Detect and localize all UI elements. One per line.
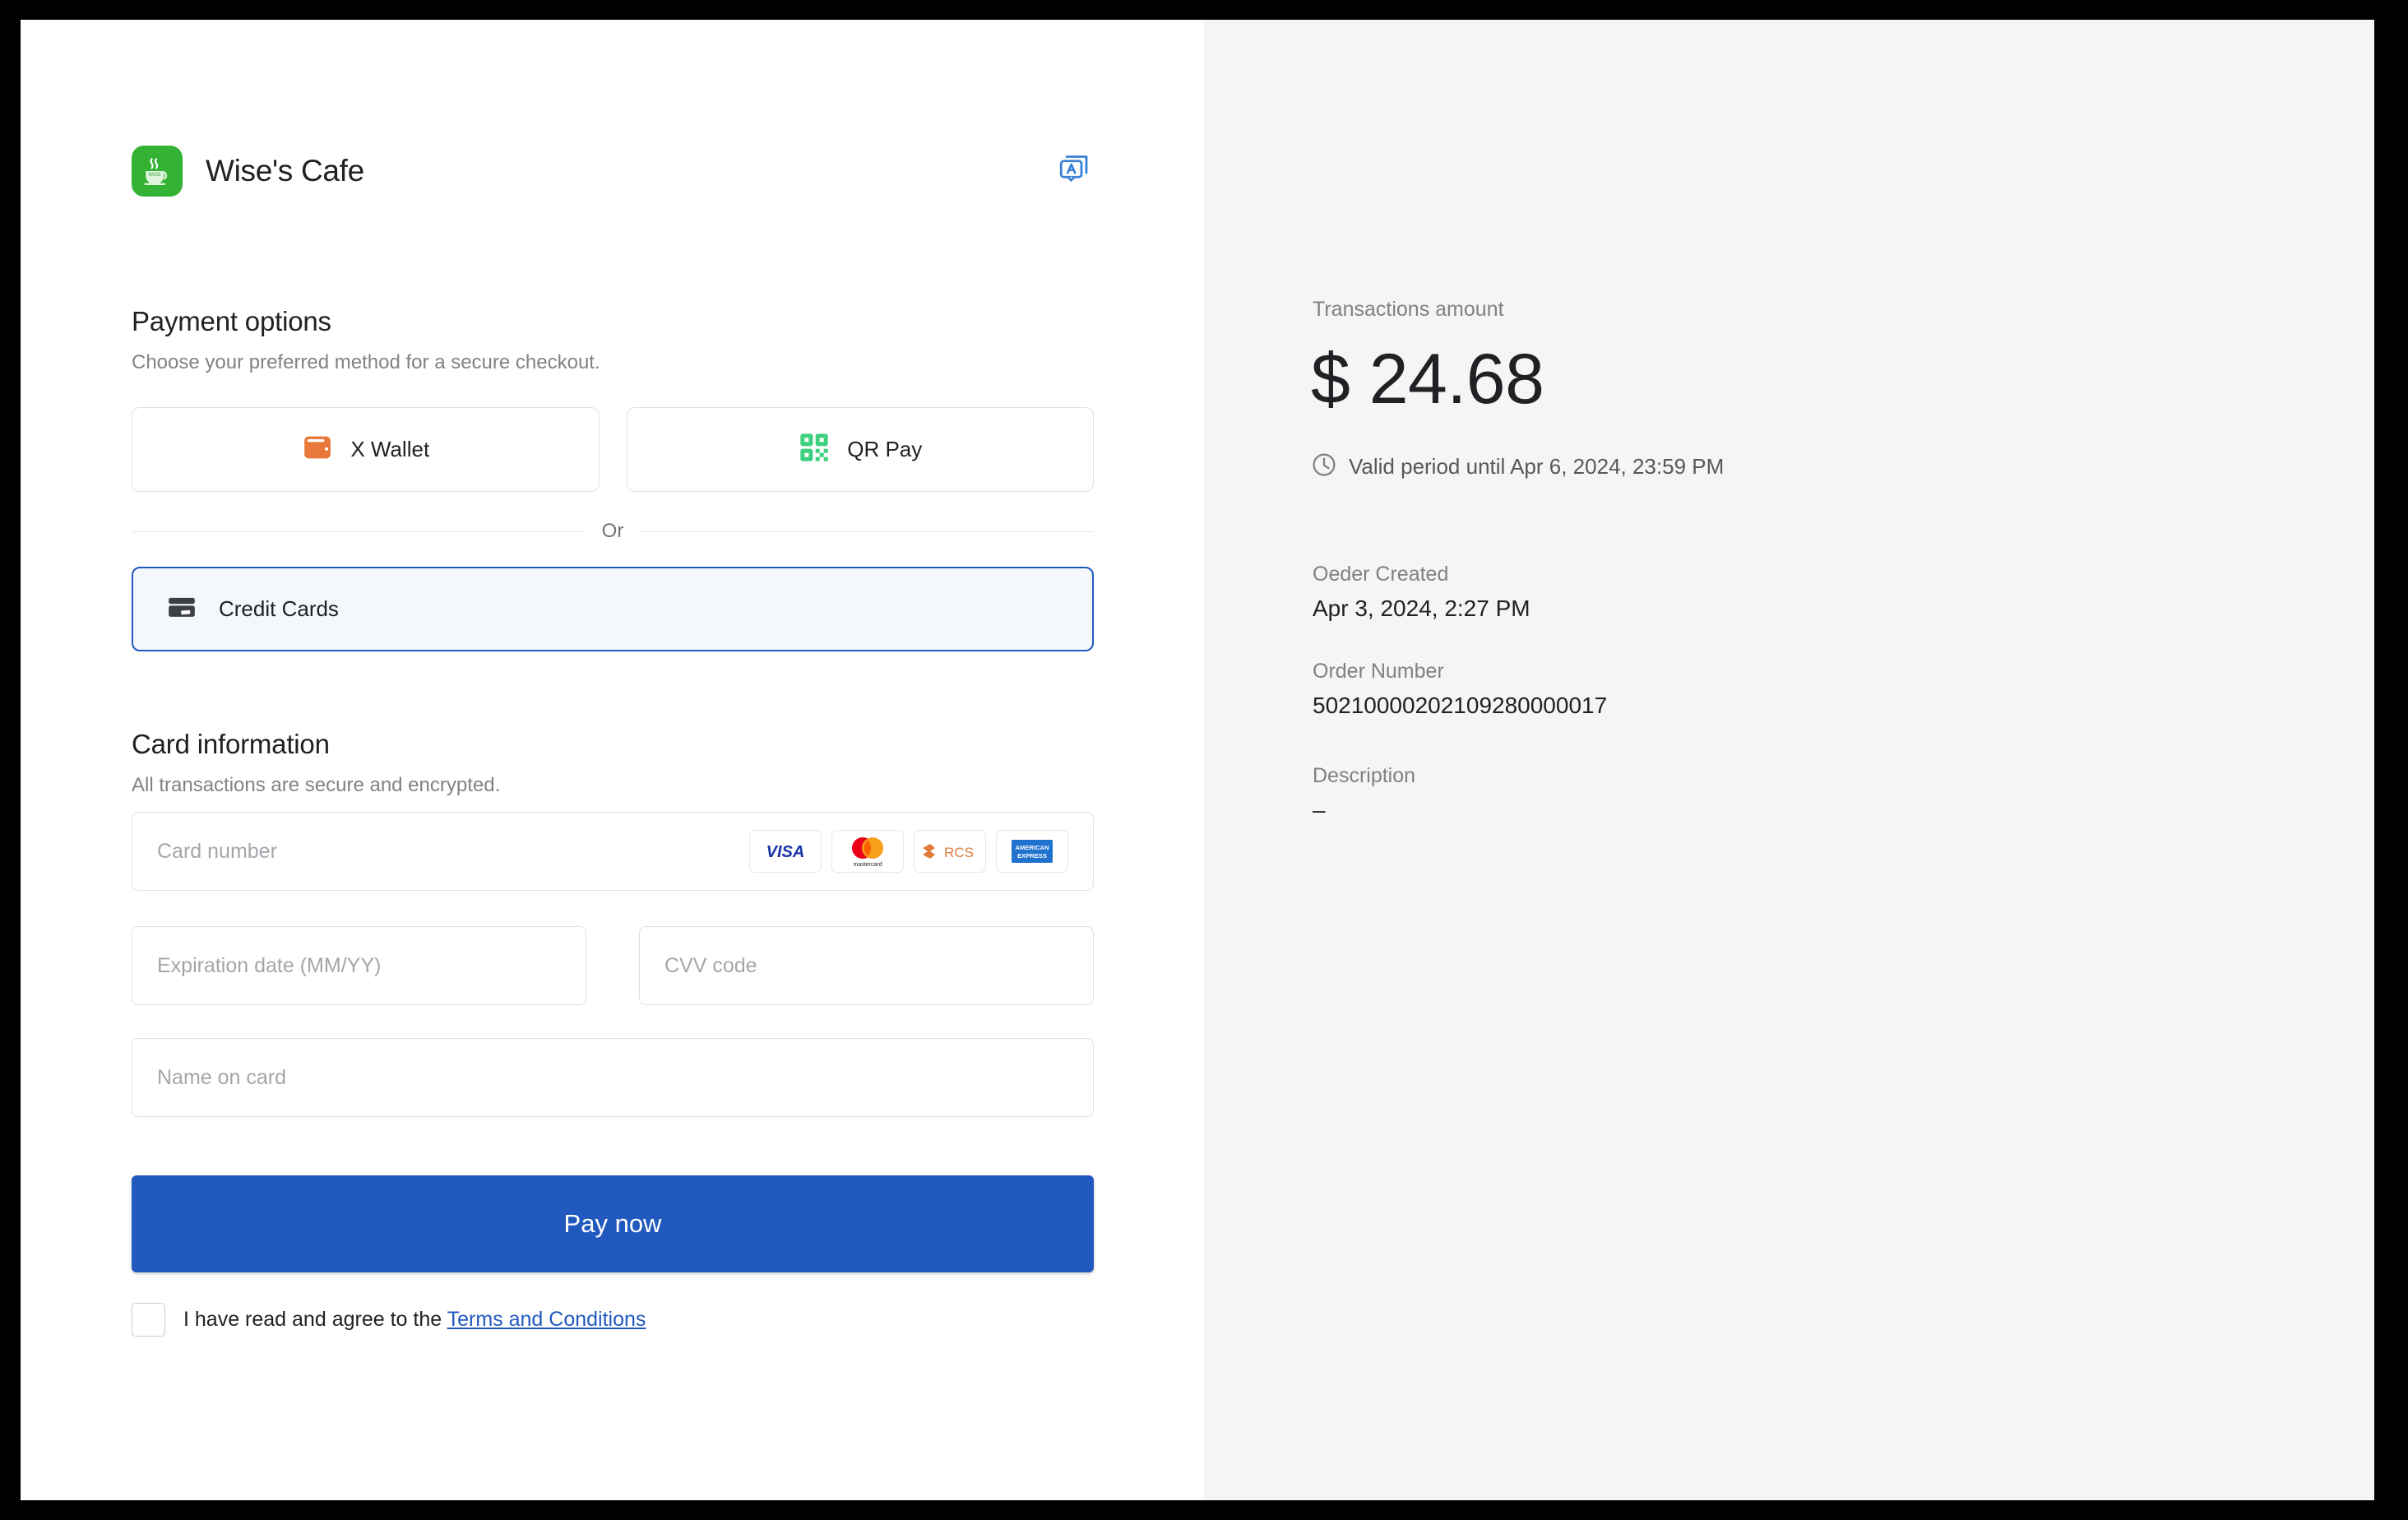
terms-prefix: I have read and agree to the: [183, 1308, 447, 1331]
valid-period-row: Valid period until Apr 6, 2024, 23:59 PM: [1311, 452, 1724, 482]
payment-method-credit-cards[interactable]: Credit Cards: [132, 567, 1094, 651]
name-on-card-input[interactable]: Name on card: [132, 1038, 1094, 1117]
terms-checkbox[interactable]: [132, 1303, 165, 1337]
credit-card-icon: [166, 591, 197, 627]
payment-method-label: QR Pay: [847, 437, 922, 462]
payment-options-subtitle: Choose your preferred method for a secur…: [132, 351, 600, 374]
payment-form-panel: WISE Wise's Cafe Payment options Choose …: [21, 20, 1204, 1500]
or-divider: Or: [132, 515, 1094, 548]
cvv-code-input[interactable]: CVV code: [639, 926, 1094, 1005]
payment-method-label: X Wallet: [350, 437, 429, 462]
description-label: Description: [1313, 764, 1415, 788]
svg-text:RCS: RCS: [944, 845, 974, 860]
order-number-value: 50210000202109280000017: [1313, 693, 1607, 719]
translate-icon[interactable]: [1055, 151, 1093, 189]
order-created-value: Apr 3, 2024, 2:27 PM: [1313, 595, 1530, 622]
svg-text:WISE: WISE: [149, 173, 161, 178]
card-number-placeholder: Card number: [157, 840, 277, 864]
mastercard-logo: mastercard: [831, 830, 904, 873]
order-number-label: Order Number: [1313, 660, 1444, 684]
checkout-page: WISE Wise's Cafe Payment options Choose …: [21, 20, 2374, 1500]
transactions-amount-label: Transactions amount: [1313, 298, 1504, 322]
valid-period-text: Valid period until Apr 6, 2024, 23:59 PM: [1349, 454, 1724, 480]
divider-line-left: [132, 531, 584, 532]
transactions-amount-value: $ 24.68: [1311, 339, 1544, 420]
visa-logo: VISA: [749, 830, 822, 873]
order-created-label: Oeder Created: [1313, 563, 1448, 586]
svg-text:mastercard: mastercard: [853, 862, 882, 868]
svg-text:EXPRESS: EXPRESS: [1017, 852, 1047, 860]
name-on-card-placeholder: Name on card: [157, 1066, 286, 1090]
svg-text:VISA: VISA: [766, 843, 805, 861]
payment-options-title: Payment options: [132, 306, 331, 337]
divider-label: Or: [602, 520, 624, 543]
merchant-header: WISE Wise's Cafe: [132, 145, 1094, 197]
payment-method-x-wallet[interactable]: X Wallet: [132, 407, 600, 492]
qr-code-icon: [798, 431, 831, 468]
clock-icon: [1311, 452, 1337, 482]
expiration-date-placeholder: Expiration date (MM/YY): [157, 954, 381, 978]
card-information-subtitle: All transactions are secure and encrypte…: [132, 774, 500, 797]
svg-text:AMERICAN: AMERICAN: [1016, 844, 1049, 851]
rcs-logo: RCS: [914, 830, 986, 873]
terms-and-conditions-link[interactable]: Terms and Conditions: [447, 1308, 646, 1331]
card-information-title: Card information: [132, 729, 330, 760]
payment-method-qr-pay[interactable]: QR Pay: [627, 407, 1095, 492]
amex-logo: AMERICAN EXPRESS: [996, 830, 1068, 873]
payment-method-label: Credit Cards: [219, 596, 339, 622]
wallet-icon: [301, 431, 334, 468]
payment-method-list: X Wallet: [132, 407, 1094, 492]
description-value: –: [1313, 797, 1326, 823]
merchant-name: Wise's Cafe: [206, 154, 364, 188]
divider-line-right: [641, 531, 1094, 532]
cvv-code-placeholder: CVV code: [665, 954, 757, 978]
expiration-date-input[interactable]: Expiration date (MM/YY): [132, 926, 586, 1005]
pay-now-button[interactable]: Pay now: [132, 1175, 1094, 1272]
terms-text: I have read and agree to the Terms and C…: [183, 1308, 646, 1332]
coffee-cup-icon: WISE: [132, 146, 183, 197]
accepted-card-brands: VISA mastercard RCS: [749, 830, 1068, 873]
card-number-input[interactable]: Card number VISA mastercard: [132, 812, 1094, 891]
order-summary-panel: Transactions amount $ 24.68 Valid period…: [1204, 20, 2374, 1500]
terms-agreement-row: I have read and agree to the Terms and C…: [132, 1299, 1094, 1340]
